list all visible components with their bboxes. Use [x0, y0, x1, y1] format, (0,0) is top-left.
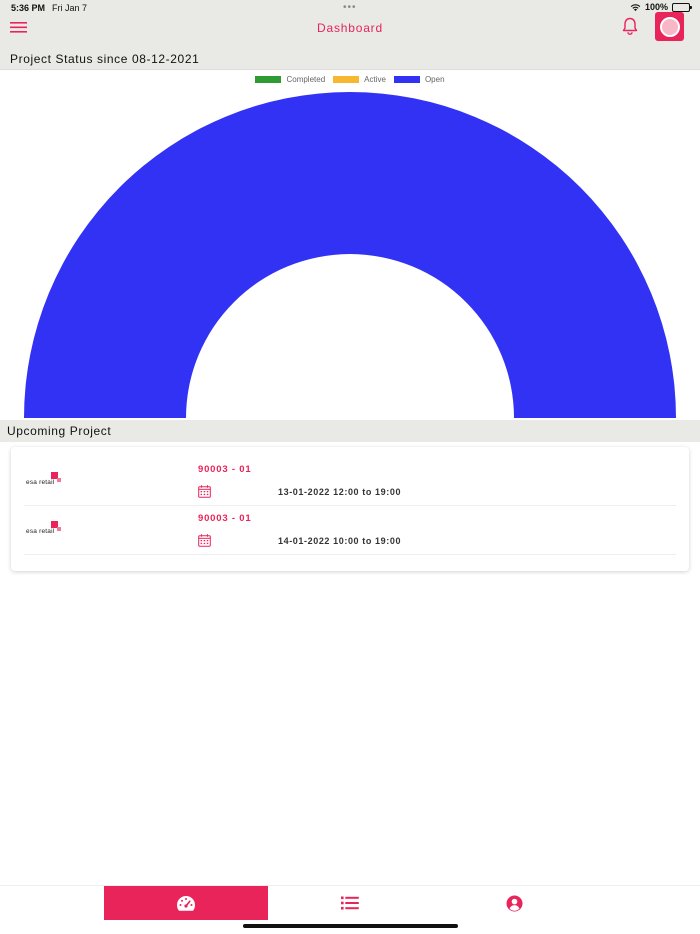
wifi-icon — [630, 3, 641, 11]
legend-label: Completed — [286, 75, 326, 84]
nav-bar: Dashboard — [0, 12, 700, 48]
project-time: 14-01-2022 10:00 to 19:00 — [278, 536, 402, 546]
battery-icon — [672, 2, 692, 12]
tab-profile[interactable] — [432, 886, 596, 920]
project-id: 90003 - 01 — [198, 513, 252, 524]
tab-dashboard[interactable] — [104, 886, 268, 920]
list-icon — [341, 896, 359, 910]
avatar[interactable] — [655, 12, 684, 41]
project-row[interactable]: esa retail 90003 - 01 14-01-2022 10:00 t… — [24, 506, 676, 555]
legend-item-completed[interactable]: Completed — [255, 75, 325, 84]
legend-swatch — [393, 76, 420, 83]
logo-text: esa retail — [26, 479, 55, 486]
upcoming-project-header: Upcoming Project — [0, 420, 700, 442]
project-time: 13-01-2022 12:00 to 19:00 — [278, 487, 402, 497]
client-logo: esa retail — [26, 472, 66, 490]
notification-bell-icon[interactable] — [620, 16, 640, 36]
status-bar: 5:36 PM Fri Jan 7 ••• 100% — [0, 0, 700, 16]
legend-label: Open — [424, 75, 445, 84]
dashboard-icon — [176, 895, 196, 911]
avatar-image-icon — [659, 16, 680, 37]
legend-swatch — [255, 76, 282, 83]
legend-item-active[interactable]: Active — [333, 75, 386, 84]
page-title: Dashboard — [317, 21, 383, 35]
status-time: 5:36 PM — [11, 3, 46, 13]
calendar-icon — [198, 485, 211, 498]
user-icon — [506, 895, 522, 911]
logo-text: esa retail — [26, 528, 55, 535]
logo-mark — [57, 527, 61, 531]
project-status-chart — [24, 92, 676, 418]
legend-swatch — [333, 76, 360, 83]
project-status-header: Project Status since 08-12-2021 — [0, 48, 700, 70]
home-indicator[interactable] — [243, 924, 458, 928]
tab-projects-list[interactable] — [268, 886, 432, 920]
logo-mark — [57, 478, 61, 482]
project-id: 90003 - 01 — [198, 464, 252, 475]
calendar-icon — [198, 534, 211, 547]
status-date: Fri Jan 7 — [52, 3, 88, 13]
battery-percent: 100% — [644, 2, 668, 12]
chart-legend: Completed Active Open — [0, 75, 700, 84]
multitask-dots-icon[interactable]: ••• — [343, 3, 357, 13]
client-logo: esa retail — [26, 521, 66, 539]
legend-item-open[interactable]: Open — [393, 75, 445, 84]
project-row[interactable]: esa retail 90003 - 01 13-01-2022 12:00 t… — [24, 457, 676, 506]
status-right: 100% — [630, 2, 692, 12]
chart-slice-open[interactable] — [24, 92, 676, 418]
upcoming-projects-card: esa retail 90003 - 01 13-01-2022 12:00 t… — [11, 447, 689, 571]
legend-label: Active — [364, 75, 386, 84]
